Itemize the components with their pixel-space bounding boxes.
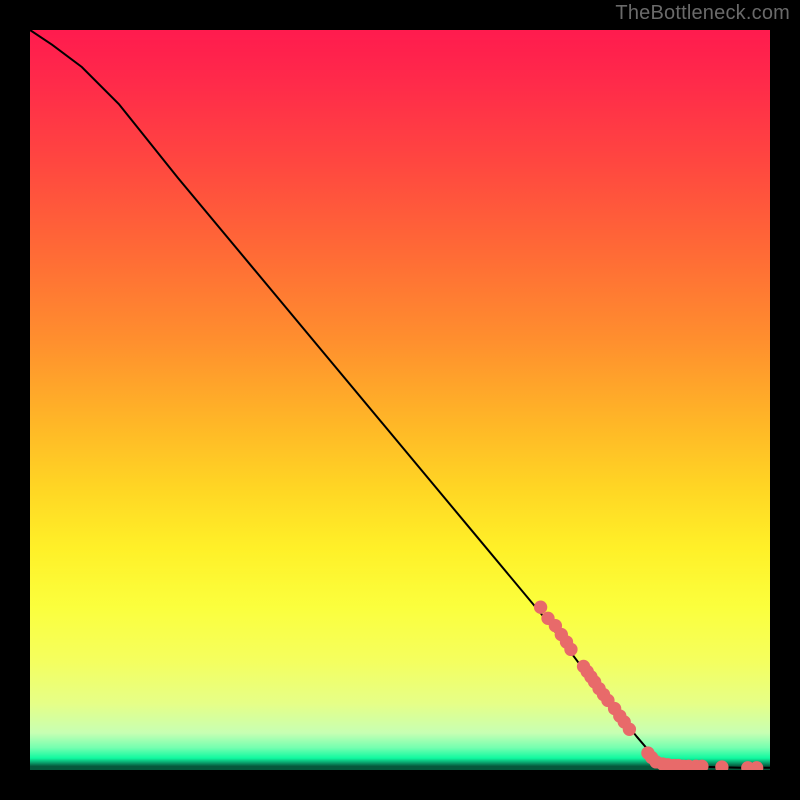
data-point — [623, 723, 636, 736]
plot-area — [30, 30, 770, 770]
data-point — [564, 643, 577, 656]
chart-frame: TheBottleneck.com — [0, 0, 800, 800]
chart-svg — [30, 30, 770, 770]
curve-layer — [30, 30, 770, 768]
data-point — [715, 760, 728, 770]
data-point — [534, 601, 547, 614]
watermark-label: TheBottleneck.com — [615, 2, 790, 25]
bottleneck-curve — [30, 30, 770, 768]
data-point — [750, 761, 763, 770]
marker-layer — [534, 601, 763, 770]
